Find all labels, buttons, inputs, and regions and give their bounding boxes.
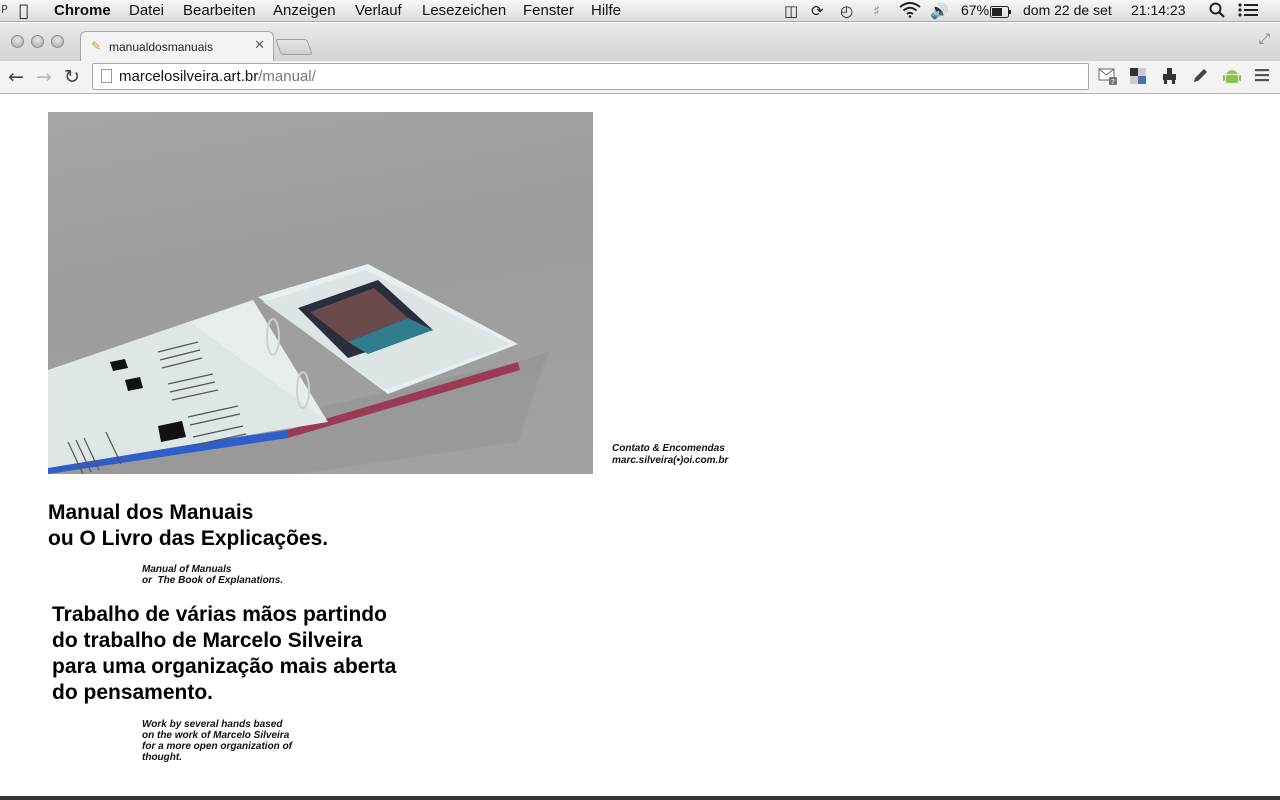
sync-icon[interactable]: ⟳ xyxy=(811,2,824,20)
fullscreen-icon[interactable]: ⤢ xyxy=(1259,31,1270,47)
url-path: /manual/ xyxy=(258,68,316,85)
menubar-date[interactable]: dom 22 de set xyxy=(1023,2,1112,18)
page-viewport: Contato & Encomendas marc.silveira(•)oi.… xyxy=(0,94,1280,796)
spotlight-icon[interactable] xyxy=(1209,2,1225,22)
forward-arrow-icon[interactable]: → xyxy=(36,66,52,88)
description-english: Work by several hands based on the work … xyxy=(142,719,293,763)
minimize-window-button[interactable] xyxy=(31,35,44,48)
close-window-button[interactable] xyxy=(11,35,24,48)
pencil-extension-icon[interactable] xyxy=(1191,67,1211,89)
page-title-line-1: Manual dos Manuais xyxy=(48,501,254,524)
tab-strip: ✎ manualdosmanuais ✕ ⤢ xyxy=(0,23,1280,62)
description-portuguese: Trabalho de várias mãos partindo do trab… xyxy=(52,603,397,704)
menu-datei[interactable]: Datei xyxy=(129,2,164,19)
url-host: marcelosilveira.art.br xyxy=(119,68,259,85)
contact-block: Contato & Encomendas marc.silveira(•)oi.… xyxy=(612,443,728,467)
english-subtitle: Manual of Manuals or The Book of Explana… xyxy=(142,564,284,586)
menu-verlauf[interactable]: Verlauf xyxy=(355,2,402,19)
back-arrow-icon[interactable]: ← xyxy=(8,66,24,88)
wifi-icon[interactable] xyxy=(899,2,921,22)
menu-lesezeichen[interactable]: Lesezeichen xyxy=(422,2,506,19)
stamp-extension-icon[interactable] xyxy=(1160,67,1180,89)
menu-hilfe[interactable]: Hilfe xyxy=(591,2,621,19)
svg-text:?: ? xyxy=(1111,78,1115,85)
menu-anzeigen[interactable]: Anzeigen xyxy=(273,2,336,19)
menu-fenster[interactable]: Fenster xyxy=(523,2,574,19)
chrome-menu-icon[interactable] xyxy=(1254,67,1270,87)
page-title: Manual dos Manuais ou O Livro das Explic… xyxy=(48,500,328,552)
page-icon xyxy=(101,69,112,83)
bluetooth-icon[interactable]: ♯ xyxy=(873,2,880,20)
apple-menu-icon[interactable]:  xyxy=(19,1,29,20)
menu-bar: P  Chrome Datei Bearbeiten Anzeigen Ver… xyxy=(0,0,1280,22)
time-machine-icon[interactable]: ◴ xyxy=(840,2,853,20)
new-tab-button[interactable] xyxy=(275,39,313,55)
reload-icon[interactable]: ↻ xyxy=(64,66,80,88)
url-text[interactable]: marcelosilveira.art.br/manual/ xyxy=(119,68,316,85)
tab-manualdosmanuais[interactable]: ✎ manualdosmanuais ✕ xyxy=(80,31,274,62)
menu-app-chrome[interactable]: Chrome xyxy=(54,2,111,19)
browser-toolbar: ← → ↻ marcelosilveira.art.br/manual/ ? xyxy=(0,61,1280,94)
contact-email: marc.silveira(•)oi.com.br xyxy=(612,455,729,466)
tab-title: manualdosmanuais xyxy=(109,40,214,54)
gmail-extension-icon[interactable]: ? xyxy=(1098,67,1118,89)
close-tab-icon[interactable]: ✕ xyxy=(254,38,265,53)
html5-icon[interactable]: ◫ xyxy=(784,2,798,20)
book-photo xyxy=(48,112,593,474)
favicon-icon: ✎ xyxy=(91,39,102,53)
checkerboard-extension-icon[interactable] xyxy=(1129,67,1149,89)
page-title-line-2: ou O Livro das Explicações. xyxy=(48,527,329,550)
menu-bearbeiten[interactable]: Bearbeiten xyxy=(183,2,256,19)
notification-list-icon[interactable] xyxy=(1238,2,1258,22)
menubar-clock[interactable]: 21:14:23 xyxy=(1131,2,1186,18)
zoom-window-button[interactable] xyxy=(51,35,64,48)
volume-icon[interactable]: 🔊 xyxy=(930,2,949,20)
battery-icon[interactable] xyxy=(990,4,1012,22)
address-bar[interactable]: marcelosilveira.art.br/manual/ xyxy=(92,63,1089,90)
contact-title: Contato & Encomendas xyxy=(612,443,725,454)
p-icon: P xyxy=(1,3,8,16)
android-extension-icon[interactable] xyxy=(1222,67,1242,89)
window-bottom-edge xyxy=(0,796,1280,800)
battery-percent: 67% xyxy=(961,2,990,18)
